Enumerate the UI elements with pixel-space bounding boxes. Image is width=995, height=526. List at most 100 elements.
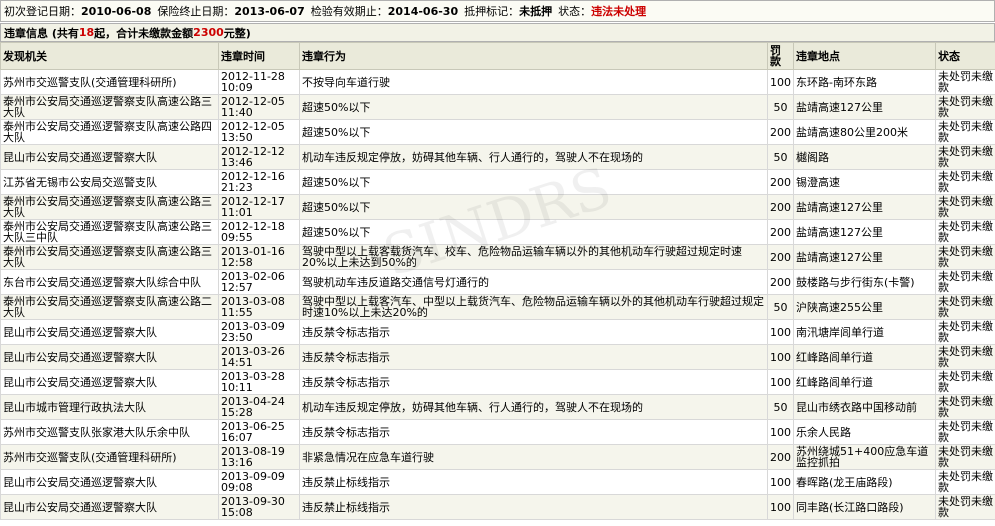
table-header-row: 发现机关 违章时间 违章行为 罚款 违章地点 状态 [0,42,995,70]
cell-agency: 泰州市公安局交通巡逻警察支队高速公路三大队 [0,94,219,120]
vehicle-info-bar: 初次登记日期： 2010-06-08 保险终止日期： 2013-06-07 检验… [0,0,995,22]
cell-place: 东环路-南环东路 [793,69,936,95]
cell-fine: 100 [767,69,794,95]
cell-place: 盐靖高速127公里 [793,219,936,245]
cell-status: 未处罚未缴款 [935,219,995,245]
cell-place: 樾阁路 [793,144,936,170]
table-row: 苏州市交巡警支队张家港大队乐余中队 2013-06-25 16:07 违反禁令标志指… [0,419,995,445]
cell-status: 未处罚未缴款 [935,319,995,345]
cell-time: 2013-09-09 09:08 [218,469,300,495]
cell-act: 超速50%以下 [299,219,768,245]
table-row: 昆山市公安局交通巡逻警察大队 2013-03-09 23:50 违反禁令标志指示 10… [0,319,995,345]
summary-prefix: 违章信息 (共有 [4,26,79,40]
cell-fine: 50 [767,294,794,320]
cell-act: 超速50%以下 [299,119,768,145]
cell-agency: 泰州市公安局交通巡逻警察支队高速公路二大队 [0,294,219,320]
table-body: 苏州市交巡警支队(交通管理科研所) 2012-11-28 10:09 不按导向车道行… [0,69,995,520]
table-row: 泰州市公安局交通巡逻警察支队高速公路三大队三中队 2012-12-18 09:55… [0,219,995,245]
cell-fine: 200 [767,119,794,145]
cell-act: 机动车违反规定停放，妨碍其他车辆、行人通行的，驾驶人不在现场的 [299,394,768,420]
cell-act: 驾驶机动车违反道路交通信号灯通行的 [299,269,768,295]
cell-fine: 100 [767,419,794,445]
cell-fine: 100 [767,494,794,520]
cell-status: 未处罚未缴款 [935,144,995,170]
cell-time: 2012-12-17 11:01 [218,194,300,220]
cell-time: 2013-09-30 15:08 [218,494,300,520]
table-row: 泰州市公安局交通巡逻警察支队高速公路三大队 2013-01-16 12:58 驾驶中… [0,244,995,270]
cell-time: 2013-03-28 10:11 [218,369,300,395]
first-reg-label: 初次登记日期： [4,5,81,18]
insurance-end-label: 保险终止日期： [157,5,235,18]
table-row: 昆山市公安局交通巡逻警察大队 2013-03-28 10:11 违反禁令标志指示 10… [0,369,995,395]
cell-act: 超速50%以下 [299,169,768,195]
cell-status: 未处罚未缴款 [935,419,995,445]
cell-agency: 昆山市城市管理行政执法大队 [0,394,219,420]
table-row: 泰州市公安局交通巡逻警察支队高速公路四大队 2012-12-05 13:50 超速5… [0,119,995,145]
col-header-fine: 罚款 [767,42,794,70]
table-row: 江苏省无锡市公安局交巡警支队 2012-12-16 21:23 超速50%以下 200… [0,169,995,195]
cell-place: 红峰路闾单行道 [793,344,936,370]
cell-status: 未处罚未缴款 [935,344,995,370]
cell-act: 不按导向车道行驶 [299,69,768,95]
cell-time: 2013-03-26 14:51 [218,344,300,370]
cell-time: 2013-08-19 13:16 [218,444,300,470]
cell-place: 苏州绕城51+400应急车道监控抓拍 [793,444,936,470]
cell-agency: 泰州市公安局交通巡逻警察支队高速公路三大队三中队 [0,219,219,245]
cell-place: 盐靖高速127公里 [793,244,936,270]
cell-fine: 100 [767,369,794,395]
first-reg-value: 2010-06-08 [81,4,152,18]
cell-fine: 50 [767,94,794,120]
col-header-time: 违章时间 [218,42,300,70]
violation-summary: 违章信息 (共有 18 起，合计未缴款金额 2300 元整) [0,23,995,42]
cell-agency: 东台市公安局交通巡逻警察大队综合中队 [0,269,219,295]
col-header-status: 状态 [935,42,995,70]
table-row: 泰州市公安局交通巡逻警察支队高速公路三大队 2012-12-05 11:40 超速5… [0,94,995,120]
cell-status: 未处罚未缴款 [935,444,995,470]
cell-act: 违反禁令标志指示 [299,419,768,445]
table-row: 东台市公安局交通巡逻警察大队综合中队 2013-02-06 12:57 驾驶机动车违… [0,269,995,295]
cell-fine: 200 [767,444,794,470]
cell-agency: 昆山市公安局交通巡逻警察大队 [0,469,219,495]
cell-agency: 昆山市公安局交通巡逻警察大队 [0,319,219,345]
cell-place: 沪陕高速255公里 [793,294,936,320]
cell-place: 南汛塘岸闾单行道 [793,319,936,345]
cell-act: 违反禁令标志指示 [299,344,768,370]
cell-status: 未处罚未缴款 [935,369,995,395]
mortgage-label: 抵押标记： [464,5,520,18]
cell-fine: 100 [767,319,794,345]
cell-time: 2013-03-09 23:50 [218,319,300,345]
cell-fine: 200 [767,269,794,295]
table-row: 苏州市交巡警支队(交通管理科研所) 2012-11-28 10:09 不按导向车道行… [0,69,995,95]
table-row: 泰州市公安局交通巡逻警察支队高速公路二大队 2013-03-08 11:55 驾驶中… [0,294,995,320]
cell-act: 超速50%以下 [299,94,768,120]
summary-amount: 2300 [193,26,224,39]
cell-agency: 泰州市公安局交通巡逻警察支队高速公路三大队 [0,244,219,270]
cell-place: 乐余人民路 [793,419,936,445]
table-row: 昆山市公安局交通巡逻警察大队 2012-12-12 13:46 机动车违反规定停放，… [0,144,995,170]
cell-status: 未处罚未缴款 [935,169,995,195]
mortgage-value: 未抵押 [519,5,553,18]
status-label: 状态： [558,5,592,18]
cell-time: 2012-12-16 21:23 [218,169,300,195]
cell-fine: 100 [767,469,794,495]
col-header-place: 违章地点 [793,42,936,70]
cell-act: 超速50%以下 [299,194,768,220]
status-value: 违法未处理 [591,5,647,18]
table-row: 昆山市公安局交通巡逻警察大队 2013-09-09 09:08 违反禁止标线指示 10… [0,469,995,495]
cell-place: 盐靖高速127公里 [793,94,936,120]
cell-status: 未处罚未缴款 [935,469,995,495]
cell-time: 2012-12-18 09:55 [218,219,300,245]
cell-act: 驾驶中型以上载客载货汽车、校车、危险物品运输车辆以外的其他机动车行驶超过规定时速… [299,244,768,270]
cell-agency: 昆山市公安局交通巡逻警察大队 [0,344,219,370]
cell-time: 2013-02-06 12:57 [218,269,300,295]
cell-agency: 昆山市公安局交通巡逻警察大队 [0,144,219,170]
cell-act: 驾驶中型以上载客汽车、中型以上载货汽车、危险物品运输车辆以外的其他机动车行驶超过… [299,294,768,320]
cell-status: 未处罚未缴款 [935,119,995,145]
violation-table: 发现机关 违章时间 违章行为 罚款 违章地点 状态 苏州市交巡警支队(交通管理科… [0,42,995,520]
summary-middle: 起，合计未缴款金额 [94,26,194,40]
summary-count: 18 [78,26,95,39]
cell-agency: 江苏省无锡市公安局交巡警支队 [0,169,219,195]
insurance-end-value: 2013-06-07 [234,4,305,18]
cell-place: 锡澄高速 [793,169,936,195]
cell-place: 春晖路(龙王庙路段) [793,469,936,495]
